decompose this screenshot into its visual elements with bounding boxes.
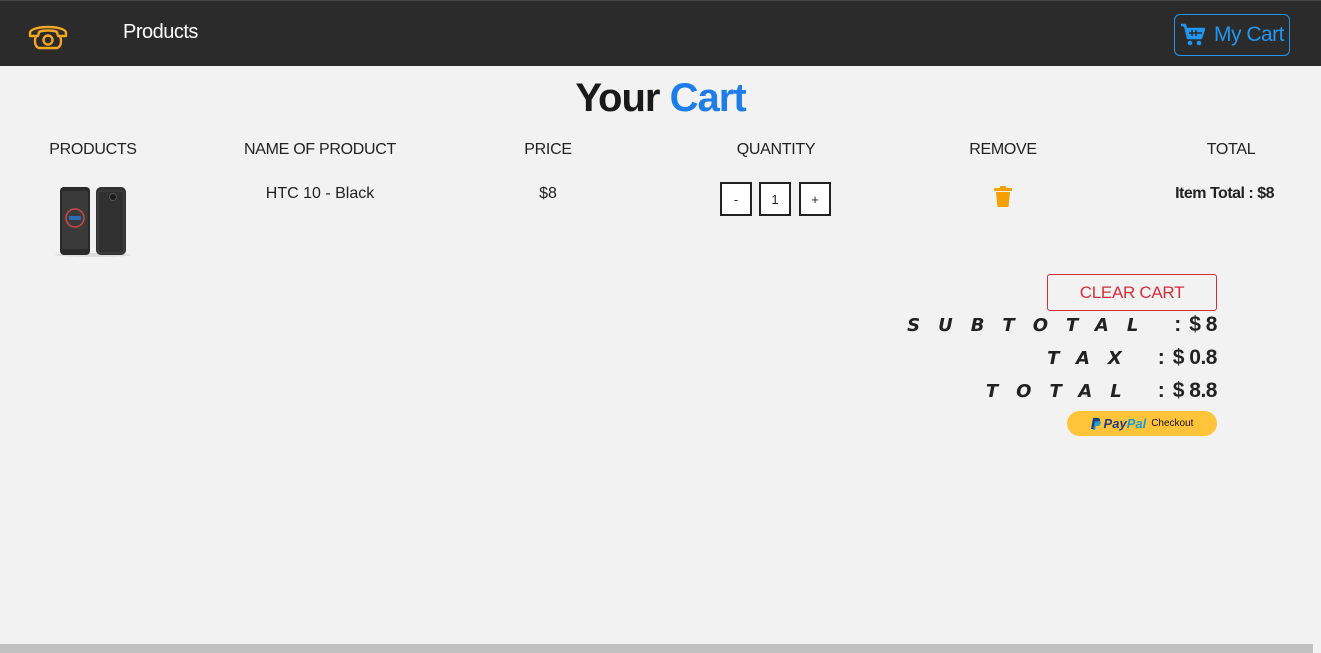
telephone-icon[interactable] [27,19,69,51]
nav-products-link[interactable]: Products [123,21,198,44]
horizontal-scrollbar[interactable] [0,644,1313,653]
col-header-name: name of product [244,141,396,158]
tax-row: tax :$ 0.8 [1047,346,1217,370]
total-label: total [985,380,1140,402]
total-value: :$ 8.8 [1157,379,1218,402]
col-header-price: price [524,141,572,158]
decrease-quantity-button[interactable]: - [720,182,752,216]
my-cart-button[interactable]: My Cart [1174,14,1290,56]
paypal-icon [1090,417,1101,430]
col-header-remove: remove [969,141,1037,158]
paypal-wordmark-pay: Pay [1103,416,1127,431]
product-thumbnail [55,187,131,257]
col-header-total: total [1206,141,1256,158]
total-row: total :$ 8.8 [985,379,1218,403]
paypal-checkout-label: Checkout [1151,418,1194,429]
paypal-checkout-button[interactable]: Pay Pal Checkout [1067,411,1217,436]
subtotal-label: subtotal [907,314,1157,336]
page-title-part2: Cart [669,76,747,120]
page-title-part1: Your [575,76,660,120]
paypal-wordmark-pal: Pal [1126,416,1147,431]
increase-quantity-button[interactable]: + [799,182,831,216]
trash-icon[interactable] [993,186,1013,208]
shopping-cart-icon [1181,23,1206,46]
quantity-value: 1 [759,182,791,216]
subtotal-row: subtotal :$ 8 [907,313,1217,337]
tax-value: :$ 0.8 [1157,346,1218,369]
product-name: HTC 10 - Black [265,185,375,202]
tax-label: tax [1047,347,1140,369]
page-title: Your Cart [0,76,1321,121]
col-header-products: products [49,141,137,158]
product-price: $8 [539,185,557,202]
navbar: Products My Cart [0,0,1321,66]
item-total: Item Total : $8 [1175,185,1274,202]
my-cart-label: My Cart [1214,23,1285,46]
subtotal-value: :$ 8 [1174,313,1217,336]
col-header-quantity: quantity [736,141,816,158]
clear-cart-button[interactable]: clear cart [1047,274,1217,311]
